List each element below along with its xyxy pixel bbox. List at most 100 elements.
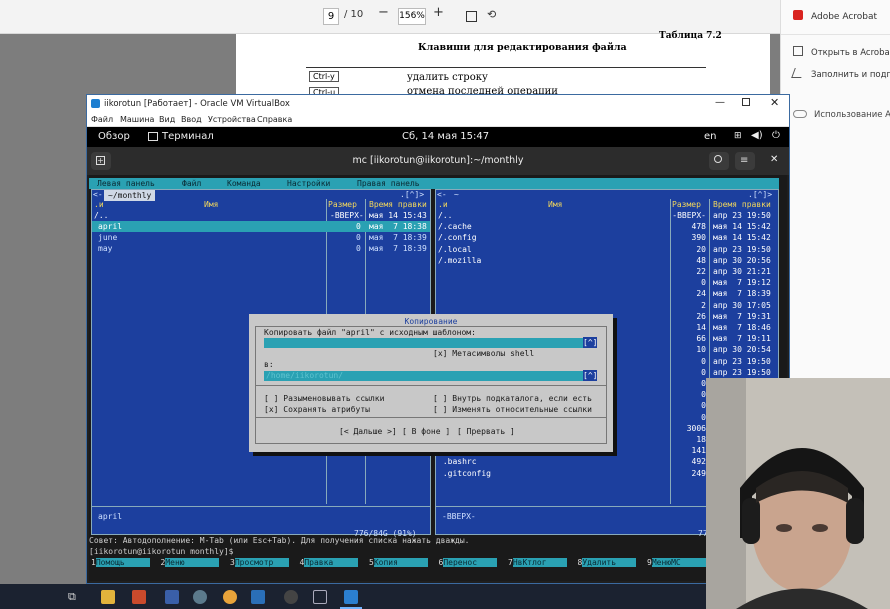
fkey-1-button[interactable]: 1Помощь <box>91 558 150 567</box>
right-sort-indicator[interactable]: .и <box>438 199 448 210</box>
hamburger-menu-button[interactable]: ≡ <box>735 152 755 170</box>
app-icon[interactable] <box>193 590 207 604</box>
left-col-name[interactable]: Имя <box>204 199 218 210</box>
fit-page-icon[interactable] <box>466 11 477 22</box>
table-row[interactable]: /.cache 478 мая 14 15:42 <box>436 221 778 232</box>
row-name: .bashrc <box>438 457 477 467</box>
fill-sign-item[interactable]: Заполнить и подпи <box>791 68 890 80</box>
virtualbox-taskbar-icon[interactable] <box>344 590 358 604</box>
fkey-9-button[interactable]: 9МенюМС <box>647 558 706 567</box>
search-button[interactable] <box>709 152 729 170</box>
row-name: .gitconfig <box>438 468 491 478</box>
table-row[interactable]: /.mozilla 48 апр 30 20:56 <box>436 255 778 266</box>
right-col-name[interactable]: Имя <box>548 199 562 210</box>
source-input[interactable] <box>264 338 584 348</box>
table-row[interactable]: /.. -ВВЕРХ-апр 23 19:50 <box>436 210 778 221</box>
background-button[interactable]: [ В фоне ] <box>402 426 450 437</box>
menu-machine[interactable]: Машина <box>120 115 154 124</box>
powerpoint-icon[interactable] <box>132 590 146 604</box>
page-number-input[interactable]: 9 <box>323 8 339 25</box>
menu-view[interactable]: Вид <box>159 115 175 124</box>
terminal-close-button[interactable]: ✕ <box>770 154 778 165</box>
row-name: june <box>98 233 118 242</box>
fkey-8-button[interactable]: 8Удалить <box>578 558 637 567</box>
dereference-checkbox[interactable]: [ ] Разыменовывать ссылки <box>264 393 384 404</box>
guest-screen: Обзор Терминал Сб, 14 мая 15:47 en ⊞ ◀) … <box>87 127 789 583</box>
row-name: /.. <box>438 211 453 220</box>
source-history-button[interactable]: [^] <box>583 337 598 348</box>
table-row-selected[interactable]: april 0 мая 7 18:38 <box>92 221 430 232</box>
steam-icon[interactable] <box>251 590 265 604</box>
table-row[interactable]: 24 мая 7 18:39 <box>436 288 778 299</box>
maximize-button[interactable] <box>742 98 750 106</box>
app-menu[interactable]: Терминал <box>162 131 214 142</box>
network-icon[interactable]: ⊞ <box>734 131 742 141</box>
fkey-6-button[interactable]: 6Перенос <box>439 558 498 567</box>
row-name: may <box>98 244 113 253</box>
table-row[interactable]: /.. -ВВЕРХ- мая 14 15:43 <box>92 210 430 221</box>
mc-menu-options[interactable]: Настройки <box>287 179 330 188</box>
table-row[interactable]: 2 апр 30 17:05 <box>436 300 778 311</box>
toggle-switch[interactable] <box>793 110 807 118</box>
right-col-time[interactable]: Время правки <box>713 199 771 210</box>
word-icon[interactable] <box>165 590 179 604</box>
zoom-out-button[interactable]: − <box>378 5 389 20</box>
right-col-size[interactable]: Размер <box>672 199 701 210</box>
command-prompt[interactable]: [iikorotun@iikorotun monthly]$ <box>89 546 787 557</box>
chrome-icon[interactable] <box>223 590 237 604</box>
destination-input[interactable]: /home/iikorotun/ <box>264 371 584 381</box>
continue-button[interactable]: [< Дальше >] <box>339 426 397 437</box>
file-explorer-icon[interactable] <box>101 590 115 604</box>
table-row[interactable]: 0 мая 7 19:12 <box>436 277 778 288</box>
open-in-acrobat-item[interactable]: Открыть в Acrobat <box>793 46 890 58</box>
table-row[interactable]: may 0 мая 7 18:39 <box>92 243 430 254</box>
left-col-size[interactable]: Размер <box>328 199 357 210</box>
stable-symlinks-checkbox[interactable]: [ ] Изменять относительные ссылки <box>433 404 592 415</box>
acrobat-side-panel: Adobe Acrobat Открыть в Acrobat Заполнит… <box>780 0 890 380</box>
fkey-5-button[interactable]: 5Копия <box>369 558 428 567</box>
obs-icon[interactable] <box>284 590 298 604</box>
power-icon[interactable]: ⏻ <box>772 130 780 141</box>
fkey-3-button[interactable]: 3Просмотр <box>230 558 289 567</box>
dive-subdir-checkbox[interactable]: [ ] Внутрь подкаталога, если есть <box>433 393 592 404</box>
rotate-icon[interactable]: ⟲ <box>487 8 496 21</box>
fkey-4-button[interactable]: 4Правка <box>300 558 359 567</box>
metachar-checkbox[interactable]: [x] Метасимволы shell <box>433 348 534 359</box>
table-row[interactable]: june 0 мая 7 18:39 <box>92 232 430 243</box>
menu-devices[interactable]: Устройства <box>208 115 256 124</box>
mc-menu-file[interactable]: Файл <box>182 179 201 188</box>
virtualbox-window: iikorotun [Работает] - Oracle VM Virtual… <box>86 94 790 584</box>
input-language[interactable]: en <box>704 131 717 142</box>
fkey-2-button[interactable]: 2Меню <box>161 558 220 567</box>
table-row[interactable]: 22 апр 30 21:21 <box>436 266 778 277</box>
cube-icon[interactable] <box>313 590 327 604</box>
mc-menu-right[interactable]: Правая панель <box>357 179 420 188</box>
minimize-button[interactable]: — <box>715 97 725 108</box>
fkey-7-button[interactable]: 7НвКтлог <box>508 558 567 567</box>
zoom-in-button[interactable]: + <box>433 5 444 20</box>
menu-file[interactable]: Файл <box>91 115 113 124</box>
close-button[interactable]: ✕ <box>770 96 779 109</box>
row-size: 20 <box>696 244 706 254</box>
zoom-level[interactable]: 156% <box>398 8 426 25</box>
volume-icon[interactable]: ◀) <box>751 130 763 141</box>
usage-toggle-row[interactable]: Использование А <box>793 110 890 120</box>
row-time: мая 14 15:42 <box>713 222 771 232</box>
table-row[interactable]: /.local 20 апр 23 19:50 <box>436 244 778 255</box>
menu-input[interactable]: Ввод <box>181 115 202 124</box>
left-sort-indicator[interactable]: .и <box>94 199 104 210</box>
abort-button[interactable]: [ Прервать ] <box>457 426 515 437</box>
menu-help[interactable]: Справка <box>257 115 292 124</box>
clock[interactable]: Сб, 14 мая 15:47 <box>402 131 489 142</box>
terminal-body[interactable]: Левая панель Файл Команда Настройки Прав… <box>89 175 787 581</box>
mc-menu-left[interactable]: Левая панель <box>97 179 155 188</box>
dest-history-button[interactable]: [^] <box>583 370 598 381</box>
task-view-icon[interactable]: ⧉ <box>68 590 82 604</box>
left-col-time[interactable]: Время правки <box>369 199 427 210</box>
vbox-titlebar[interactable]: iikorotun [Работает] - Oracle VM Virtual… <box>87 95 789 113</box>
preserve-attrs-checkbox[interactable]: [x] Сохранять атрибуты <box>264 404 370 415</box>
activities-button[interactable]: Обзор <box>98 131 130 142</box>
mc-menubar: Левая панель Файл Команда Настройки Прав… <box>89 178 779 189</box>
table-row[interactable]: /.config 390 мая 14 15:42 <box>436 232 778 243</box>
mc-menu-command[interactable]: Команда <box>227 179 261 188</box>
